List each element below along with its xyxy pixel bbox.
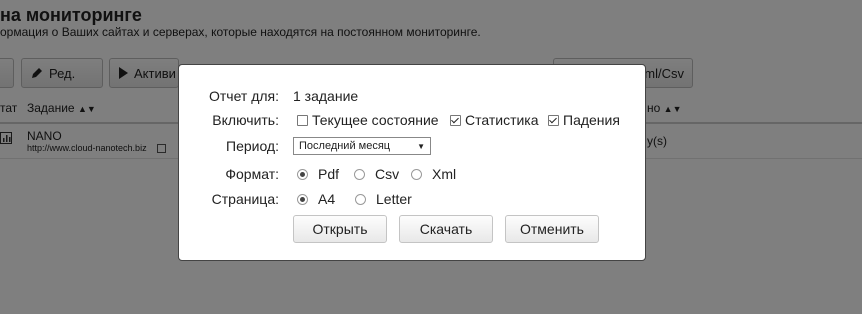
open-button[interactable]: Открыть xyxy=(293,215,387,243)
period-label: Период: xyxy=(226,138,279,154)
include-label: Включить: xyxy=(212,112,279,128)
format-xml-radio[interactable]: Xml xyxy=(411,166,456,182)
checkbox-box[interactable] xyxy=(297,114,308,126)
period-select-value: Последний месяц xyxy=(299,140,391,152)
radio-dot[interactable] xyxy=(411,168,422,180)
checkbox-label: Статистика xyxy=(465,112,539,128)
period-select[interactable]: Последний месяц ▼ xyxy=(293,137,431,155)
checkbox-label: Падения xyxy=(563,112,620,128)
radio-dot[interactable] xyxy=(297,168,308,180)
radio-dot[interactable] xyxy=(297,193,308,205)
format-pdf-radio[interactable]: Pdf xyxy=(297,166,339,182)
checkbox-box[interactable] xyxy=(548,114,559,126)
dropdown-arrow-icon: ▼ xyxy=(417,142,425,151)
radio-label: Xml xyxy=(432,166,457,182)
report-dialog: Отчет для: 1 задание Включить: Текущее с… xyxy=(178,64,646,261)
radio-dot[interactable] xyxy=(354,168,365,180)
radio-label: Letter xyxy=(376,191,412,207)
radio-dot[interactable] xyxy=(355,193,366,205)
page-a4-radio[interactable]: A4 xyxy=(297,191,335,207)
page-letter-radio[interactable]: Letter xyxy=(355,191,412,207)
cancel-button-label: Отменить xyxy=(520,221,584,237)
include-current-state-checkbox[interactable]: Текущее состояние xyxy=(297,112,439,128)
checkbox-box[interactable] xyxy=(450,114,461,126)
include-failures-checkbox[interactable]: Падения xyxy=(548,112,620,128)
page-size-label: Страница: xyxy=(211,191,279,207)
open-button-label: Открыть xyxy=(312,221,368,237)
download-button-label: Скачать xyxy=(419,221,473,237)
checkbox-label: Текущее состояние xyxy=(312,112,439,128)
format-label: Формат: xyxy=(225,166,279,182)
report-for-label: Отчет для: xyxy=(208,88,279,104)
cancel-button[interactable]: Отменить xyxy=(505,215,599,243)
format-csv-radio[interactable]: Csv xyxy=(354,166,399,182)
radio-label: A4 xyxy=(318,191,336,207)
radio-label: Pdf xyxy=(318,166,340,182)
download-button[interactable]: Скачать xyxy=(399,215,493,243)
radio-label: Csv xyxy=(375,166,400,182)
include-statistics-checkbox[interactable]: Статистика xyxy=(450,112,539,128)
report-for-value: 1 задание xyxy=(293,88,359,104)
